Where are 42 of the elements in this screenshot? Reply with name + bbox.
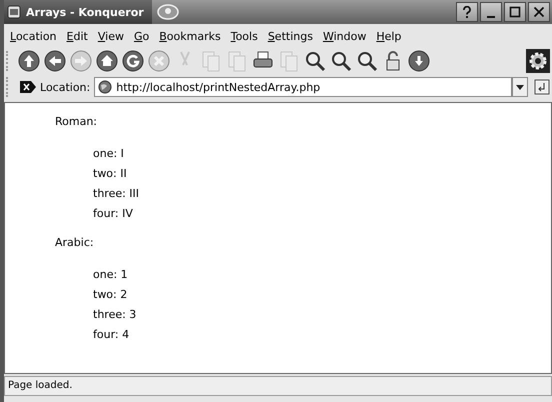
back-icon[interactable]	[42, 48, 68, 74]
list-item: one: 1	[92, 267, 129, 283]
list-item: one: I	[92, 146, 125, 162]
menu-item[interactable]: Location	[6, 28, 61, 44]
menu-item[interactable]: Tools	[226, 28, 262, 44]
dropdown-button[interactable]	[512, 77, 528, 97]
app-icon	[7, 5, 21, 19]
close-icon	[533, 6, 545, 18]
menu-item[interactable]: Help	[372, 28, 406, 44]
list-item: three: 3	[92, 307, 138, 323]
help-button[interactable]	[456, 2, 478, 22]
globe-icon	[98, 80, 112, 94]
menu-item[interactable]: Settings	[264, 28, 317, 44]
menu-item[interactable]: View	[94, 28, 128, 44]
maximize-icon	[509, 6, 521, 18]
menu-item[interactable]: Go	[130, 28, 154, 44]
list-item: two: II	[92, 166, 128, 182]
caret-icon	[516, 84, 524, 90]
minimize-button[interactable]	[480, 2, 502, 22]
list-heading: Roman:	[55, 115, 98, 128]
window-title: Arrays - Konqueror	[26, 6, 144, 18]
list-item: three: III	[92, 186, 140, 202]
maximize-button[interactable]	[504, 2, 526, 22]
reload-icon[interactable]	[120, 48, 146, 74]
list-item: four: IV	[92, 206, 134, 222]
menu-item[interactable]: Window	[318, 28, 370, 44]
close-button[interactable]	[528, 2, 550, 22]
url-field[interactable]: http://localhost/printNestedArray.php	[94, 77, 512, 97]
go-icon[interactable]	[534, 79, 550, 95]
up-icon[interactable]	[16, 48, 42, 74]
minimize-icon	[487, 16, 495, 18]
download-icon[interactable]	[406, 48, 432, 74]
location-label: Location:	[40, 80, 90, 94]
list-item: four: 4	[92, 327, 130, 343]
list-heading: Arabic:	[55, 236, 95, 249]
menu-item[interactable]: Bookmarks	[155, 28, 225, 44]
list-item: two: 2	[92, 287, 128, 303]
menu-item[interactable]: Edit	[62, 28, 92, 44]
help-icon	[461, 6, 473, 18]
status-bar: Page loaded.	[4, 376, 552, 396]
home-icon[interactable]	[94, 48, 120, 74]
clear-icon[interactable]	[20, 81, 36, 93]
